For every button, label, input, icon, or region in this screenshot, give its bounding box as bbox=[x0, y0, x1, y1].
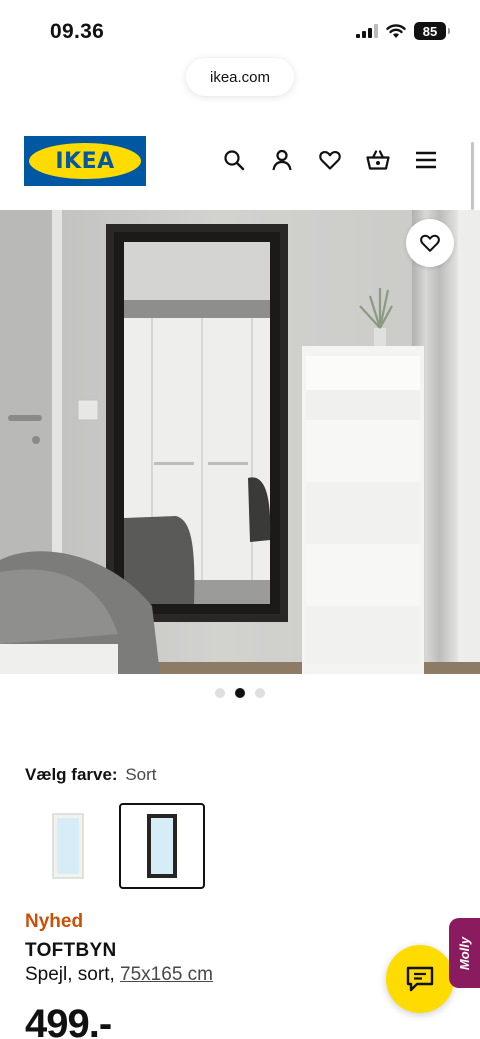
gallery-dot[interactable] bbox=[255, 688, 265, 698]
product-name: TOFTBYN bbox=[25, 940, 117, 961]
color-selector-label: Vælg farve: Sort bbox=[25, 765, 157, 785]
swatch-black[interactable] bbox=[119, 803, 205, 889]
signal-icon bbox=[356, 24, 378, 38]
search-icon[interactable] bbox=[222, 148, 246, 172]
molly-label: Molly bbox=[457, 936, 473, 970]
product-size-link[interactable]: 75x165 cm bbox=[120, 964, 213, 985]
ikea-logo[interactable]: IKEA bbox=[24, 136, 146, 186]
logo-text: IKEA bbox=[55, 148, 115, 174]
battery-level: 85 bbox=[422, 23, 438, 39]
heart-icon[interactable] bbox=[318, 148, 342, 172]
profile-icon[interactable] bbox=[270, 148, 294, 172]
product-description: Spejl, sort, 75x165 cm bbox=[25, 964, 213, 986]
new-badge: Nyhed bbox=[25, 911, 84, 932]
chat-button[interactable] bbox=[386, 945, 454, 1013]
chat-icon bbox=[406, 966, 434, 992]
wifi-icon bbox=[386, 23, 406, 38]
molly-assistant-tab[interactable]: Molly bbox=[449, 918, 480, 988]
header-nav bbox=[222, 148, 438, 172]
status-time: 09.36 bbox=[50, 20, 105, 43]
swatch-white[interactable] bbox=[25, 803, 111, 889]
gallery-pagination bbox=[0, 688, 480, 698]
gallery-dot[interactable] bbox=[215, 688, 225, 698]
scroll-indicator bbox=[471, 142, 474, 210]
heart-icon bbox=[420, 234, 440, 252]
site-header: IKEA bbox=[0, 136, 480, 186]
black-mirror-thumbnail bbox=[147, 814, 177, 878]
gallery-dot-active[interactable] bbox=[235, 688, 245, 698]
basket-icon[interactable] bbox=[366, 148, 390, 172]
product-image[interactable] bbox=[0, 210, 480, 674]
color-label-text: Vælg farve: bbox=[25, 765, 118, 784]
status-icons: 85 bbox=[356, 22, 450, 40]
product-description-text: Spejl, sort, bbox=[25, 964, 115, 985]
url-bar[interactable]: ikea.com bbox=[186, 58, 294, 96]
color-value: Sort bbox=[125, 765, 157, 784]
menu-icon[interactable] bbox=[414, 148, 438, 172]
favorite-button[interactable] bbox=[406, 219, 454, 267]
status-bar: 09.36 85 bbox=[0, 0, 480, 62]
color-swatches bbox=[25, 803, 205, 889]
battery-icon: 85 bbox=[414, 22, 450, 40]
logo-ellipse: IKEA bbox=[29, 143, 141, 179]
product-photo bbox=[0, 210, 480, 674]
product-price: 499.- bbox=[25, 1002, 112, 1039]
white-mirror-thumbnail bbox=[52, 813, 84, 879]
